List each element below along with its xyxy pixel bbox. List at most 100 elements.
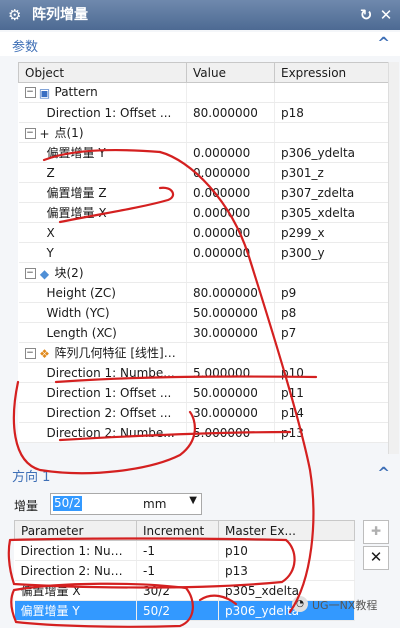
object-cell[interactable]: Height (ZC): [18, 282, 187, 303]
parameter-cell[interactable]: 偏置增量 Y: [14, 600, 137, 621]
expression-cell[interactable]: [274, 262, 389, 283]
object-cell[interactable]: 偏置增量 Z: [18, 182, 187, 203]
column-header-increment[interactable]: Increment: [136, 520, 219, 541]
table-row[interactable]: Direction 2: Num... -1 p13: [14, 560, 355, 581]
increment-cell[interactable]: 30/2: [136, 580, 219, 601]
parameter-cell[interactable]: Direction 2: Num...: [14, 560, 137, 581]
value-cell[interactable]: 30.000000: [186, 402, 275, 423]
value-cell[interactable]: 0.000000: [186, 242, 275, 263]
expression-cell[interactable]: p8: [274, 302, 389, 323]
expression-cell[interactable]: p9: [274, 282, 389, 303]
master-expression-cell[interactable]: p13: [218, 560, 355, 581]
table-row[interactable]: Direction 1: Numbe... 5.000000 p10: [18, 362, 389, 383]
table-row[interactable]: Direction 1: Num... -1 p10: [14, 540, 355, 561]
increment-value[interactable]: 50/2: [53, 496, 82, 511]
increment-cell[interactable]: -1: [136, 540, 219, 561]
parameter-cell[interactable]: 偏置增量 X: [14, 580, 137, 601]
expression-cell[interactable]: p305_xdelta: [274, 202, 389, 223]
object-cell[interactable]: Direction 1: Numbe...: [18, 362, 187, 383]
expression-cell[interactable]: p14: [274, 402, 389, 423]
object-cell[interactable]: Direction 1: Offset ...: [18, 102, 187, 123]
value-cell[interactable]: [186, 82, 275, 103]
table-row[interactable]: 偏置增量 Z 0.000000 p307_zdelta: [18, 182, 389, 203]
object-cell[interactable]: 偏置增量 X: [18, 202, 187, 223]
expression-cell[interactable]: p307_zdelta: [274, 182, 389, 203]
table-row[interactable]: Direction 1: Offset ... 50.000000 p11: [18, 382, 389, 403]
value-cell[interactable]: 80.000000: [186, 282, 275, 303]
column-header-value[interactable]: Value: [186, 62, 275, 83]
expression-cell[interactable]: [274, 122, 389, 143]
table-row[interactable]: Direction 2: Numbe... 5.000000 p13: [18, 422, 389, 443]
expression-cell[interactable]: p300_y: [274, 242, 389, 263]
table-row[interactable]: Height (ZC) 80.000000 p9: [18, 282, 389, 303]
value-cell[interactable]: 50.000000: [186, 302, 275, 323]
column-header-object[interactable]: Object: [18, 62, 187, 83]
expression-cell[interactable]: p11: [274, 382, 389, 403]
object-cell[interactable]: − ◆ 块(2): [18, 262, 187, 283]
dropdown-arrow-icon[interactable]: ▼: [189, 495, 197, 506]
expression-cell[interactable]: p7: [274, 322, 389, 343]
tree-group-row[interactable]: − ◆ 块(2): [18, 262, 389, 283]
table-row[interactable]: Width (YC) 50.000000 p8: [18, 302, 389, 323]
value-cell[interactable]: 30.000000: [186, 322, 275, 343]
table-row[interactable]: Z 0.000000 p301_z: [18, 162, 389, 183]
object-cell[interactable]: Y: [18, 242, 187, 263]
object-cell[interactable]: X: [18, 222, 187, 243]
value-cell[interactable]: [186, 262, 275, 283]
tree-group-row[interactable]: − + 点(1): [18, 122, 389, 143]
expression-cell[interactable]: p13: [274, 422, 389, 443]
value-cell[interactable]: 0.000000: [186, 222, 275, 243]
expression-cell[interactable]: p301_z: [274, 162, 389, 183]
object-cell[interactable]: Width (YC): [18, 302, 187, 323]
params-section-header[interactable]: 参数 ^: [0, 32, 400, 56]
tree-group-row[interactable]: − ❖ 阵列几何特征 [线性](3): [18, 342, 389, 363]
direction-section-header[interactable]: 方向 1 ^: [0, 462, 400, 486]
increment-cell[interactable]: -1: [136, 560, 219, 581]
collapse-toggle-icon[interactable]: −: [24, 87, 36, 99]
collapse-toggle-icon[interactable]: −: [24, 268, 36, 279]
value-cell[interactable]: 0.000000: [186, 162, 275, 183]
value-cell[interactable]: 50.000000: [186, 382, 275, 403]
table-row[interactable]: 偏置增量 Y 0.000000 p306_ydelta: [18, 142, 389, 163]
object-cell[interactable]: 偏置增量 Y: [18, 142, 187, 163]
table-row[interactable]: Y 0.000000 p300_y: [18, 242, 389, 263]
object-cell[interactable]: − ❖ 阵列几何特征 [线性](3): [18, 342, 187, 363]
delete-icon[interactable]: ✕: [363, 546, 389, 570]
chevron-up-icon[interactable]: ^: [377, 34, 390, 52]
expression-cell[interactable]: p306_ydelta: [274, 142, 389, 163]
value-cell[interactable]: [186, 122, 275, 143]
expression-cell[interactable]: p18: [274, 102, 389, 123]
value-cell[interactable]: 5.000000: [186, 362, 275, 383]
add-icon[interactable]: ✚: [363, 520, 389, 544]
vertical-scrollbar[interactable]: [388, 62, 399, 454]
value-cell[interactable]: 5.000000: [186, 422, 275, 443]
object-cell[interactable]: Length (XC): [18, 322, 187, 343]
value-cell[interactable]: 0.000000: [186, 142, 275, 163]
expression-cell[interactable]: [274, 342, 389, 363]
column-header-parameter[interactable]: Parameter: [14, 520, 137, 541]
value-cell[interactable]: 0.000000: [186, 182, 275, 203]
collapse-toggle-icon[interactable]: −: [24, 128, 36, 139]
table-row[interactable]: Length (XC) 30.000000 p7: [18, 322, 389, 343]
object-cell[interactable]: Direction 1: Offset ...: [18, 382, 187, 403]
increment-cell[interactable]: 50/2: [136, 600, 219, 621]
expression-cell[interactable]: [274, 82, 389, 103]
reset-button[interactable]: ↻: [358, 6, 374, 24]
object-cell[interactable]: Direction 2: Numbe...: [18, 422, 187, 443]
collapse-toggle-icon[interactable]: −: [24, 348, 36, 359]
table-row[interactable]: X 0.000000 p299_x: [18, 222, 389, 243]
value-cell[interactable]: 0.000000: [186, 202, 275, 223]
value-cell[interactable]: [186, 342, 275, 363]
parameter-cell[interactable]: Direction 1: Num...: [14, 540, 137, 561]
object-cell[interactable]: − ▣ Pattern: [18, 82, 187, 103]
master-expression-cell[interactable]: p10: [218, 540, 355, 561]
chevron-up-icon[interactable]: ^: [377, 464, 390, 482]
close-button[interactable]: ✕: [378, 6, 394, 24]
object-cell[interactable]: Direction 2: Offset ...: [18, 402, 187, 423]
column-header-expression[interactable]: Expression: [274, 62, 389, 83]
object-cell[interactable]: − + 点(1): [18, 122, 187, 143]
expression-cell[interactable]: p10: [274, 362, 389, 383]
table-row[interactable]: Direction 1: Offset ... 80.000000 p18: [18, 102, 389, 123]
increment-input[interactable]: 50/2 mm ▼: [50, 493, 202, 515]
object-cell[interactable]: Z: [18, 162, 187, 183]
